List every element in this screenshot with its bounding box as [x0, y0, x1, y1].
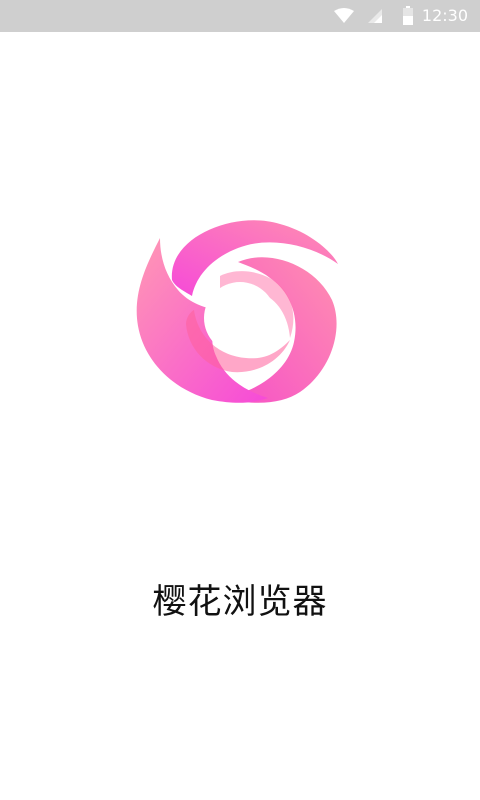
wifi-icon: [332, 0, 356, 32]
status-time: 12:30: [421, 6, 468, 25]
battery-icon: [400, 0, 416, 32]
app-name: 樱花浏览器: [152, 582, 328, 622]
splash-screen: 樱花浏览器: [0, 32, 480, 800]
signal-icon: [364, 0, 386, 32]
status-bar: 12:30: [0, 0, 480, 32]
sakura-swirl-logo-icon: [120, 192, 360, 432]
